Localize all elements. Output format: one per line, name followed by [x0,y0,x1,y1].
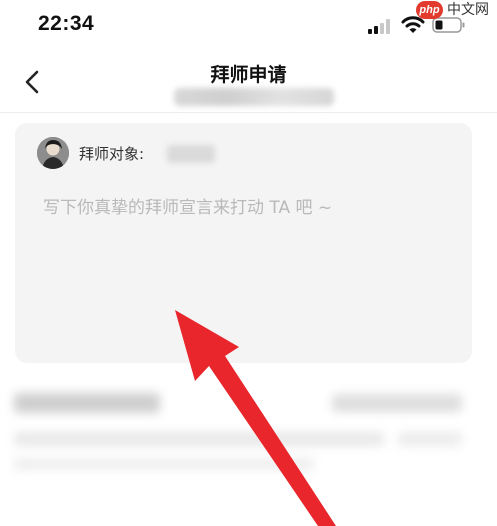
blurred-section-action [332,394,462,412]
target-label: 拜师对象: [79,145,145,163]
page-title: 拜师申请 [210,64,287,86]
target-name-redacted [167,145,215,163]
message-textarea[interactable]: 写下你真挚的拜师宣言来打动 TA 吧 ~ [43,193,332,218]
nav-bar: 拜师申请 [0,52,497,113]
signal-icon [368,18,394,34]
watermark-badge: php [416,1,443,19]
application-card: 拜师对象: 写下你真挚的拜师宣言来打动 TA 吧 ~ [15,123,472,363]
avatar [37,137,69,169]
blurred-section-title [14,393,160,413]
watermark-text: 中文网 [447,2,489,18]
status-time: 22:34 [38,12,95,35]
blurred-line [14,432,384,446]
watermark-logo: php 中文网 [416,0,497,22]
blurred-line [398,432,462,446]
status-bar: 22:34 php 中文网 [0,0,497,52]
page-subtitle-redacted [174,88,334,106]
blurred-line [14,458,314,470]
